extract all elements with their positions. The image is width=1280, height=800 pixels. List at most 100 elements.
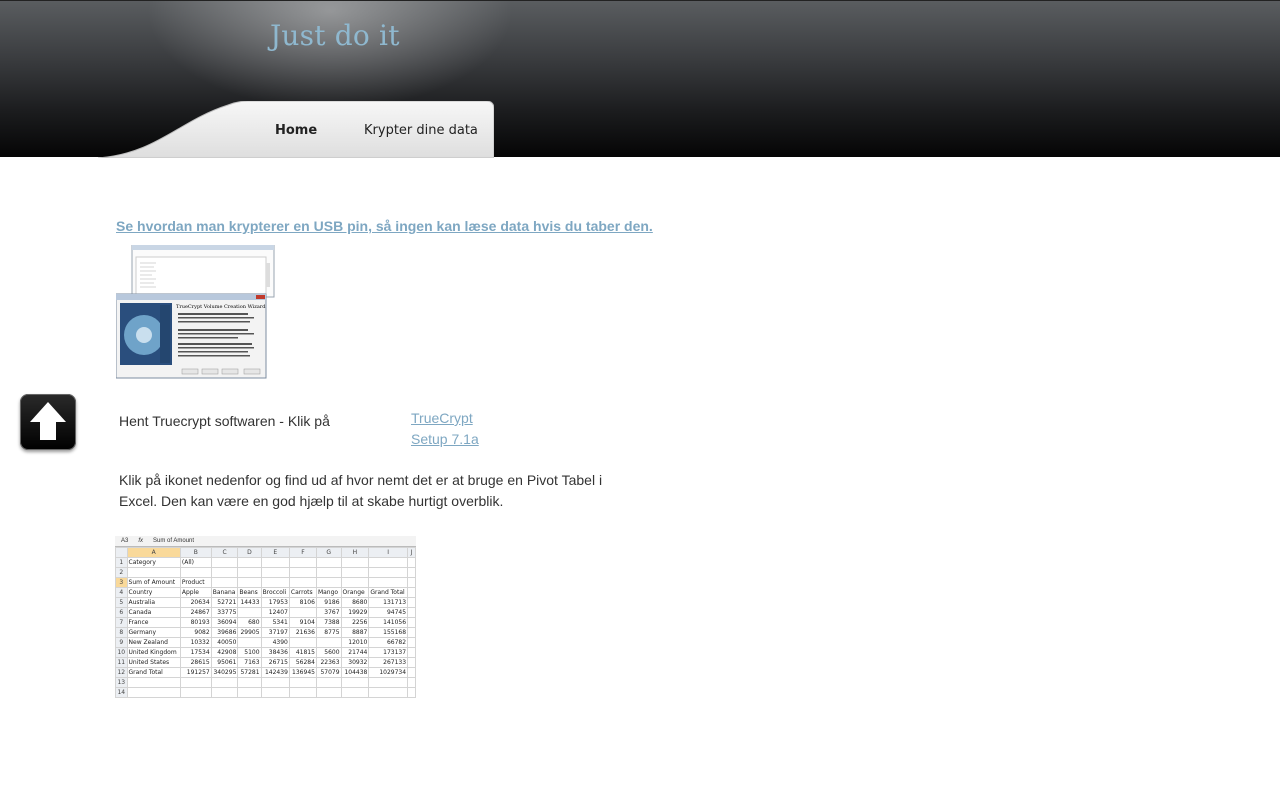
table-cell: 3767 <box>315 607 342 618</box>
table-cell: Beans <box>237 587 262 598</box>
table-cell: 8106 <box>288 597 317 608</box>
table-cell: 680 <box>237 617 262 628</box>
excel-pivot-thumbnail[interactable]: A3 fx Sum of Amount A B C D E F G H I J 1 Category(… <box>115 536 416 700</box>
table-cell: 136945 <box>288 667 317 678</box>
table-cell: 1029734 <box>368 667 409 678</box>
table-row: 6 Canada 24867 33775 12407 3767 19929 94745 <box>115 607 416 618</box>
nav-bar: Home Krypter dine data <box>98 101 494 158</box>
table-cell <box>260 677 290 688</box>
table-cell: 267133 <box>368 657 409 668</box>
table-cell <box>315 567 342 578</box>
table-cell <box>237 637 262 648</box>
table-cell <box>179 677 212 688</box>
table-cell <box>407 687 416 698</box>
table-cell <box>407 627 416 638</box>
table-cell: 8775 <box>315 627 342 638</box>
table-cell: 104438 <box>340 667 370 678</box>
table-row: 7 France 80193 36094 680 5341 9104 7388 2256 1410… <box>115 617 416 628</box>
table-cell: (All) <box>179 557 212 568</box>
column-header: E <box>260 547 290 558</box>
truecrypt-thumbnail[interactable]: TrueCrypt Volume Creation Wizard <box>115 244 276 379</box>
table-cell <box>315 557 342 568</box>
table-cell <box>126 677 181 688</box>
table-cell: 340295 <box>210 667 239 678</box>
table-cell: 56284 <box>288 657 317 668</box>
table-cell: 29905 <box>237 627 262 638</box>
table-cell: 5341 <box>260 617 290 628</box>
table-cell: 17534 <box>179 647 212 658</box>
table-cell <box>407 557 416 568</box>
table-cell <box>340 567 370 578</box>
nav-krypter-dine-data[interactable]: Krypter dine data <box>364 123 478 138</box>
table-cell <box>407 567 416 578</box>
table-cell: 142439 <box>260 667 290 678</box>
table-cell: Germany <box>126 627 181 638</box>
nav-home[interactable]: Home <box>275 123 317 138</box>
table-cell <box>407 577 416 588</box>
table-row: 4 Country Apple Banana Beans Broccoli Carrots M… <box>115 587 416 598</box>
table-cell: 39686 <box>210 627 239 638</box>
table-cell: Grand Total <box>368 587 409 598</box>
table-cell: 52721 <box>210 597 239 608</box>
table-cell: 12010 <box>340 637 370 648</box>
table-cell <box>126 687 181 698</box>
row-header: 14 <box>115 687 128 698</box>
table-cell <box>210 567 239 578</box>
table-cell <box>237 687 262 698</box>
table-cell <box>407 667 416 678</box>
table-cell: Apple <box>179 587 212 598</box>
table-cell: Grand Total <box>126 667 181 678</box>
table-cell <box>179 687 212 698</box>
table-row: 3 Sum of Amount Product <box>115 577 416 588</box>
table-cell <box>210 557 239 568</box>
table-cell <box>407 587 416 598</box>
table-cell: Orange <box>340 587 370 598</box>
table-cell: 17953 <box>260 597 290 608</box>
table-cell <box>288 637 317 648</box>
table-cell: 30932 <box>340 657 370 668</box>
table-cell <box>315 577 342 588</box>
row-header: 11 <box>115 657 128 668</box>
table-cell <box>260 557 290 568</box>
up-arrow-icon <box>30 402 66 440</box>
formula-value: Sum of Amount <box>153 538 195 544</box>
table-row: 14 <box>115 687 416 698</box>
table-cell <box>407 637 416 648</box>
table-cell <box>210 577 239 588</box>
table-cell: 12407 <box>260 607 290 618</box>
table-cell: 9082 <box>179 627 212 638</box>
row-header: 2 <box>115 567 128 578</box>
table-row: 13 <box>115 677 416 688</box>
headline-link[interactable]: Se hvordan man krypterer en USB pin, så … <box>116 218 653 234</box>
table-cell: United States <box>126 657 181 668</box>
column-header: H <box>340 547 370 558</box>
table-cell: 4390 <box>260 637 290 648</box>
table-cell: 36094 <box>210 617 239 628</box>
table-cell <box>340 577 370 588</box>
table-cell: 5100 <box>237 647 262 658</box>
table-cell: 191257 <box>179 667 212 678</box>
table-cell: 33775 <box>210 607 239 618</box>
formula-bar: A3 fx Sum of Amount <box>115 536 416 547</box>
table-cell: 24867 <box>179 607 212 618</box>
table-cell <box>368 687 409 698</box>
table-cell <box>260 567 290 578</box>
table-cell <box>407 597 416 608</box>
scroll-to-top-button[interactable] <box>20 394 76 450</box>
table-cell <box>368 577 409 588</box>
svg-text:TrueCrypt Volume Creation Wiza: TrueCrypt Volume Creation Wizard <box>176 304 266 310</box>
truecrypt-download-link[interactable]: TrueCrypt Setup 7.1a <box>411 408 501 450</box>
table-cell: 80193 <box>179 617 212 628</box>
table-cell <box>237 607 262 618</box>
column-header: G <box>315 547 342 558</box>
table-cell: United Kingdom <box>126 647 181 658</box>
table-cell: 131713 <box>368 597 409 608</box>
column-header: A <box>126 547 181 558</box>
row-header: 10 <box>115 647 128 658</box>
column-header: J <box>407 547 416 558</box>
table-cell: 95061 <box>210 657 239 668</box>
table-row: 2 <box>115 567 416 578</box>
table-cell <box>260 577 290 588</box>
table-cell: New Zealand <box>126 637 181 648</box>
table-cell: 57281 <box>237 667 262 678</box>
